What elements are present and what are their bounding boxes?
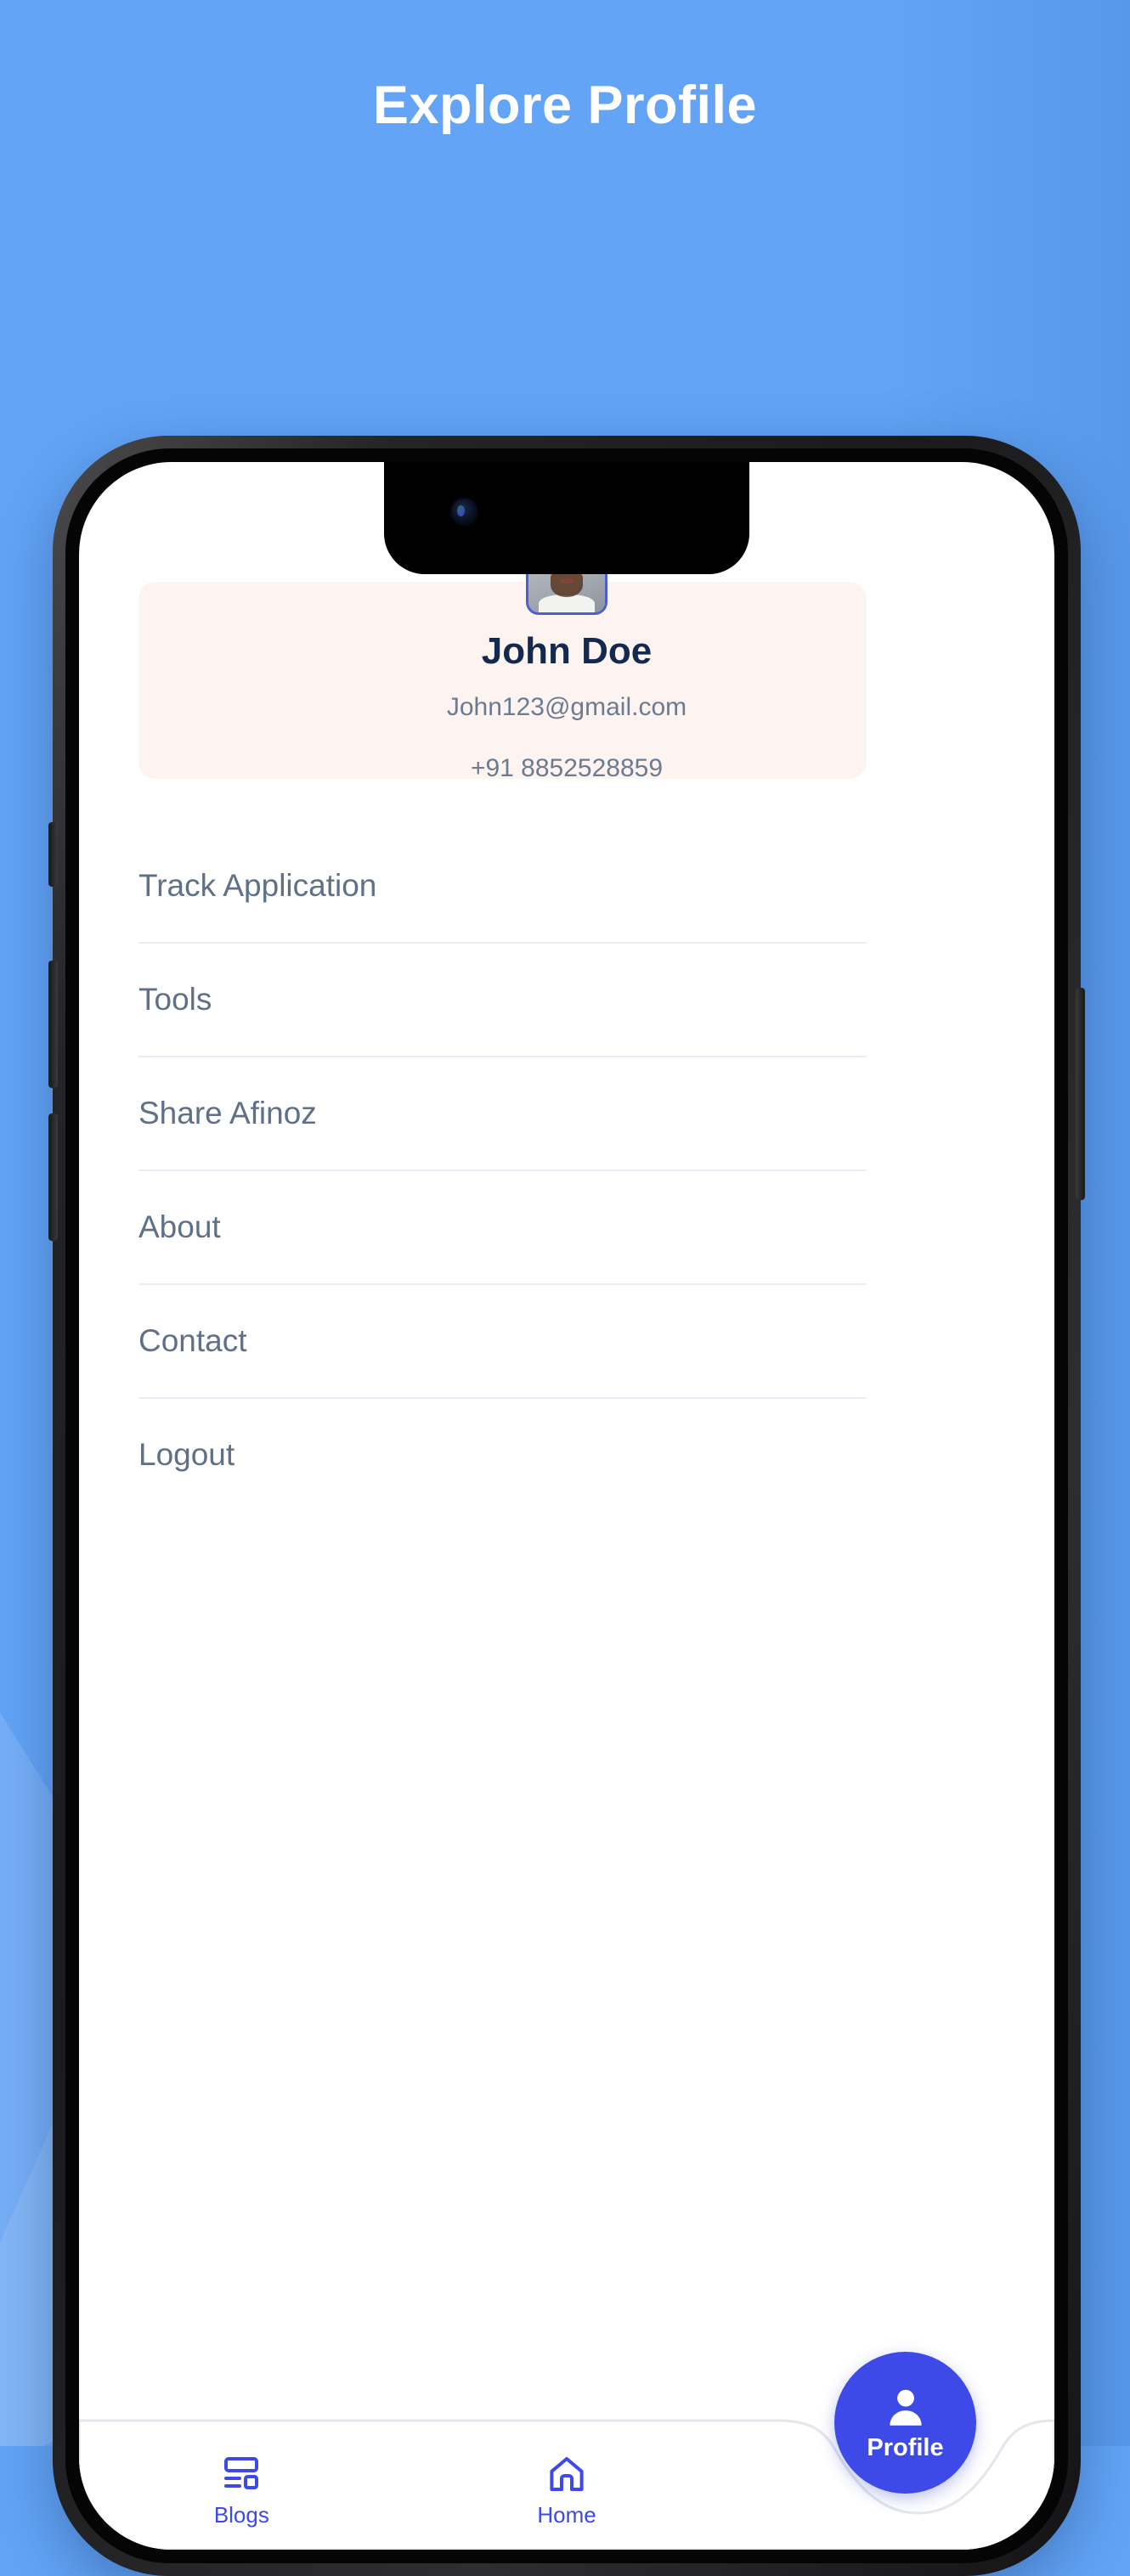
nav-tab-profile-fab[interactable]: Profile [834, 2352, 976, 2494]
mute-switch[interactable] [48, 822, 58, 887]
menu-item-label: Track Application [138, 868, 377, 903]
profile-email: John123@gmail.com [446, 693, 687, 721]
avatar-beard [551, 572, 583, 598]
person-icon [889, 2389, 922, 2426]
bottom-navigation-bar: Blogs Home Profile [79, 2352, 1054, 2550]
phone-device-mockup: John Doe John123@gmail.com +91 885252885… [48, 436, 1085, 2576]
avatar-shirt [538, 594, 596, 612]
phone-notch [384, 462, 749, 574]
menu-item[interactable]: Contact [138, 1285, 867, 1397]
menu-item-label: Contact [138, 1323, 247, 1358]
profile-info-card [138, 582, 867, 779]
menu-item-label: Logout [138, 1437, 235, 1472]
blogs-layout-icon [224, 2457, 259, 2489]
profile-menu-list: Track Application Tools Share Afinoz About C… [138, 830, 867, 1511]
volume-up-button[interactable] [48, 961, 58, 1088]
nav-tab-label-home: Home [537, 2502, 596, 2528]
nav-tab-home[interactable]: Home [404, 2442, 730, 2528]
menu-item-label: About [138, 1209, 221, 1244]
app-viewport: John Doe John123@gmail.com +91 885252885… [79, 462, 1054, 2550]
front-camera-icon [450, 498, 478, 526]
menu-item[interactable]: About [138, 1171, 867, 1283]
menu-item-label: Tools [138, 982, 212, 1017]
profile-name: John Doe [481, 630, 653, 672]
profile-phone: +91 8852528859 [470, 754, 664, 782]
menu-item[interactable]: Track Application [138, 830, 867, 942]
phone-screen: John Doe John123@gmail.com +91 885252885… [79, 462, 1054, 2550]
home-icon [550, 2457, 584, 2491]
nav-tab-blogs[interactable]: Blogs [79, 2442, 404, 2528]
phone-bezel: John Doe John123@gmail.com +91 885252885… [65, 448, 1068, 2563]
menu-item[interactable]: Tools [138, 944, 867, 1056]
volume-down-button[interactable] [48, 1113, 58, 1241]
profile-screen-content: John Doe John123@gmail.com +91 885252885… [79, 462, 1054, 2550]
menu-item-label: Share Afinoz [138, 1096, 317, 1130]
avatar-mouth [559, 578, 574, 583]
nav-tab-label-blogs: Blogs [213, 2502, 269, 2528]
nav-tab-label-profile: Profile [867, 2434, 944, 2461]
menu-item[interactable]: Share Afinoz [138, 1057, 867, 1170]
page-title: Explore Profile [372, 76, 758, 135]
power-button[interactable] [1076, 988, 1085, 1200]
menu-item[interactable]: Logout [138, 1399, 867, 1511]
